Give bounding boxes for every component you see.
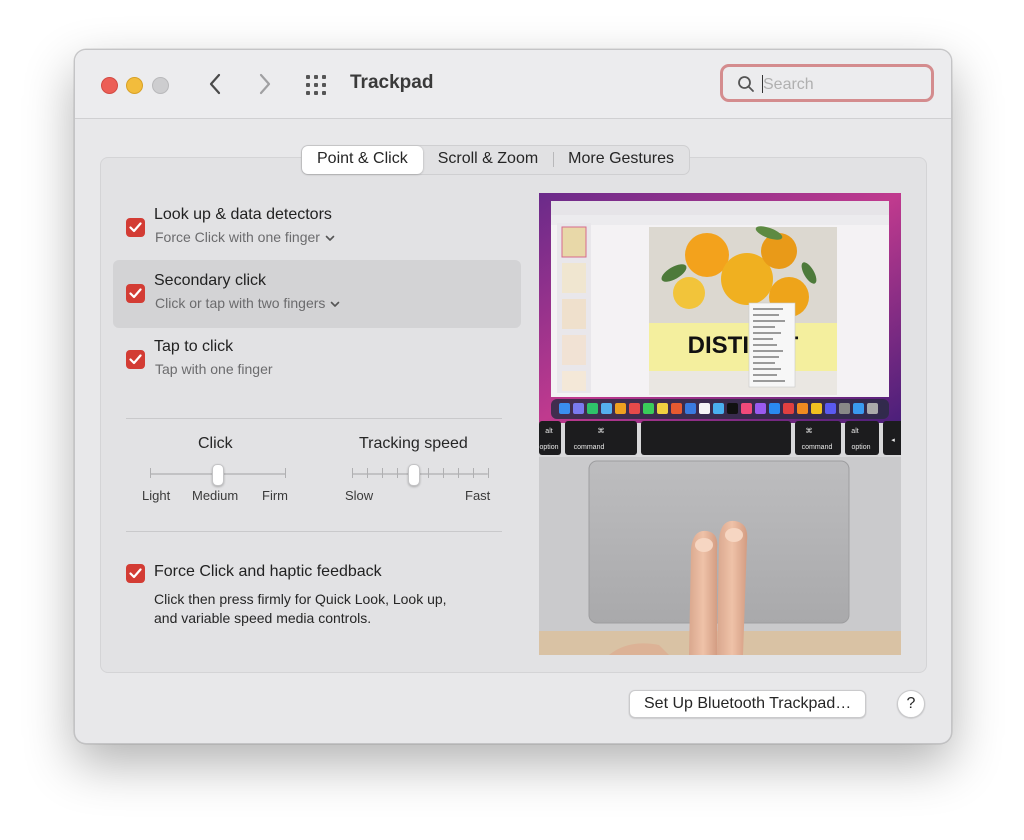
key-command-right: command xyxy=(802,444,833,451)
search-icon xyxy=(738,76,754,92)
key-option-right: option xyxy=(851,444,870,451)
tap-to-click-label: Tap to click xyxy=(154,338,234,355)
slider-tick xyxy=(352,468,353,478)
window-title: Trackpad xyxy=(350,72,434,93)
click-light-label: Light xyxy=(142,488,171,503)
key-arrow-left: ◂ xyxy=(891,437,895,444)
slider-tick xyxy=(397,468,398,478)
close-button[interactable] xyxy=(101,77,118,94)
click-firm-label: Firm xyxy=(262,488,288,503)
tab-bar: Point & Click Scroll & Zoom More Gesture… xyxy=(301,145,690,175)
slider-tick xyxy=(443,468,444,478)
tap-to-click-subtitle: Tap with one finger xyxy=(155,361,273,377)
checkmark-icon xyxy=(129,354,142,365)
slider-tick xyxy=(458,468,459,478)
key-command-left: command xyxy=(574,444,605,451)
chevron-left-icon xyxy=(209,73,221,95)
minimize-button[interactable] xyxy=(126,77,143,94)
slider-tick xyxy=(150,468,151,478)
slider-tick xyxy=(488,468,489,478)
tracking-slow-label: Slow xyxy=(345,488,374,503)
click-slider-knob[interactable] xyxy=(212,464,224,486)
gesture-preview-video: DISTINCT alt option ⌘ command ⌘ command … xyxy=(539,193,901,655)
tab-scroll-zoom[interactable]: Scroll & Zoom xyxy=(423,146,553,174)
show-all-button[interactable] xyxy=(305,72,331,98)
text-caret xyxy=(762,75,763,93)
tab-more-gestures[interactable]: More Gestures xyxy=(553,146,689,174)
divider xyxy=(126,531,502,532)
divider xyxy=(126,418,502,419)
tracking-slider-knob[interactable] xyxy=(408,464,420,486)
key-cmd-symbol-right: ⌘ xyxy=(806,427,813,435)
key-alt-left: alt xyxy=(545,428,552,435)
click-slider-label: Click xyxy=(198,435,233,452)
key-option-left: option xyxy=(539,444,558,451)
look-up-label: Look up & data detectors xyxy=(154,206,332,223)
setup-bluetooth-trackpad-button[interactable]: Set Up Bluetooth Trackpad… xyxy=(629,690,867,718)
slider-tick xyxy=(428,468,429,478)
tab-point-click[interactable]: Point & Click xyxy=(302,146,423,174)
option-tap-to-click[interactable]: Tap to click Tap with one finger xyxy=(113,326,521,394)
toolbar: Trackpad xyxy=(75,50,951,119)
look-up-gesture-dropdown[interactable]: Force Click with one finger xyxy=(155,229,335,245)
slider-tick xyxy=(382,468,383,478)
checkmark-icon xyxy=(129,288,142,299)
key-cmd-symbol-left: ⌘ xyxy=(598,427,605,435)
force-click-description-2: and variable speed media controls. xyxy=(154,610,372,626)
tracking-fast-label: Fast xyxy=(465,488,491,503)
system-preferences-window: Trackpad Point & Click Scroll & Zoom Mor… xyxy=(74,49,952,744)
slider-tick xyxy=(367,468,368,478)
force-click-checkbox[interactable] xyxy=(126,564,145,583)
secondary-click-checkbox[interactable] xyxy=(126,284,145,303)
help-button[interactable]: ? xyxy=(897,690,925,718)
chevron-down-icon xyxy=(325,235,335,241)
option-secondary-click[interactable]: Secondary click Click or tap with two fi… xyxy=(113,260,521,328)
tracking-speed-label: Tracking speed xyxy=(359,435,468,452)
look-up-checkbox[interactable] xyxy=(126,218,145,237)
slider-tick xyxy=(285,468,286,478)
checkmark-icon xyxy=(129,568,142,579)
tracking-slider-track xyxy=(352,473,488,475)
preview-illustration: DISTINCT alt option ⌘ command ⌘ command … xyxy=(539,193,901,655)
back-button[interactable] xyxy=(202,70,228,98)
search-input[interactable] xyxy=(761,73,925,97)
checkmark-icon xyxy=(129,222,142,233)
secondary-click-label: Secondary click xyxy=(154,272,267,289)
option-look-up[interactable]: Look up & data detectors Force Click wit… xyxy=(113,194,521,262)
search-field[interactable] xyxy=(720,64,934,102)
force-click-description-1: Click then press firmly for Quick Look, … xyxy=(154,591,447,607)
click-medium-label: Medium xyxy=(192,488,239,503)
secondary-click-gesture-label: Click or tap with two fingers xyxy=(155,295,326,311)
chevron-down-icon xyxy=(331,301,340,307)
slider-tick xyxy=(473,468,474,478)
force-click-label: Force Click and haptic feedback xyxy=(154,563,382,580)
tap-to-click-checkbox[interactable] xyxy=(126,350,145,369)
look-up-gesture-label: Force Click with one finger xyxy=(155,229,320,245)
secondary-click-gesture-dropdown[interactable]: Click or tap with two fingers xyxy=(155,295,340,311)
forward-button[interactable] xyxy=(252,70,278,98)
zoom-button[interactable] xyxy=(152,77,169,94)
chevron-right-icon xyxy=(259,73,271,95)
key-alt-right: alt xyxy=(851,428,858,435)
